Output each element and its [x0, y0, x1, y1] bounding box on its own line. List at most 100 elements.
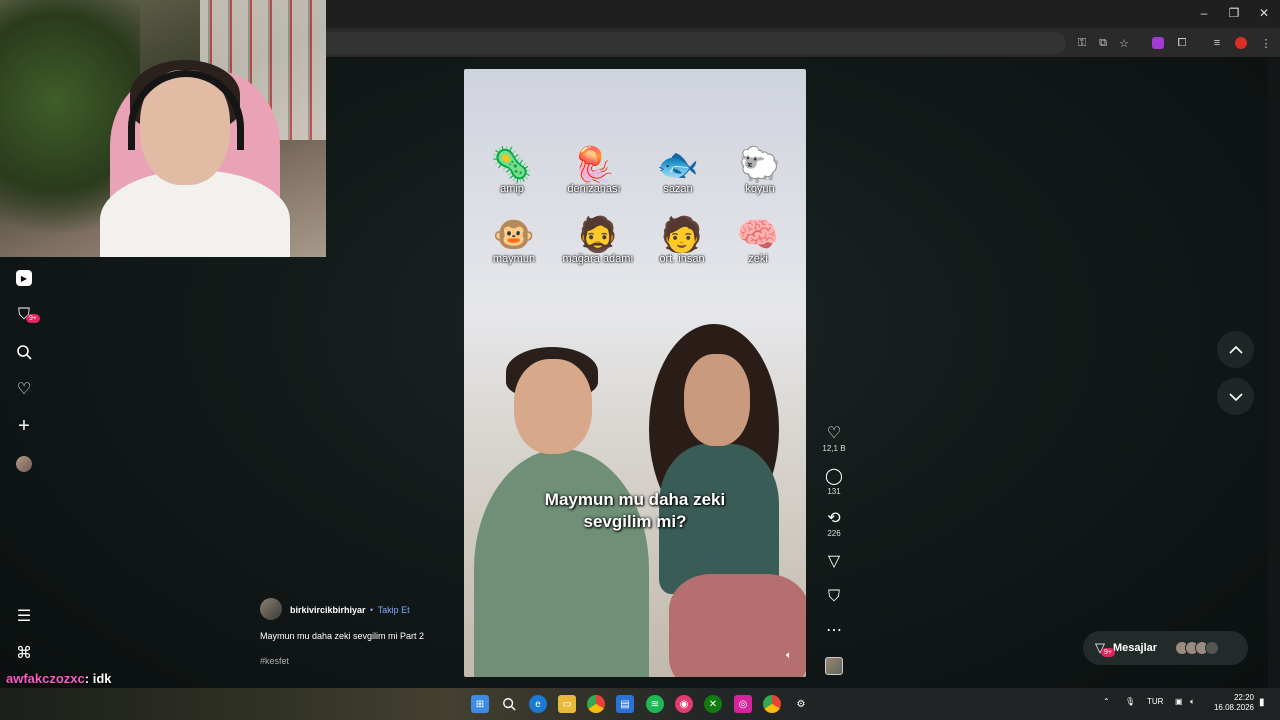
video-player[interactable]: 🦠 amip 🪼 denizanası 🐟 sazan 🐑 koyun 🐵 maymun 🧔 mağa…	[464, 69, 806, 677]
menu-hamburger-icon[interactable]: ☰	[14, 606, 34, 626]
media-control-icon[interactable]: ≡	[1209, 35, 1225, 51]
notification-center-icon[interactable]: ▮	[1259, 697, 1265, 708]
clock-date: 16.08.2026	[1213, 703, 1254, 712]
comment-button[interactable]: ◯ 131	[820, 468, 848, 496]
taskbar	[0, 688, 1280, 720]
minimize-icon[interactable]: –	[1196, 6, 1212, 20]
author-row: birkivircikbirhiyar • Takip Et	[260, 598, 460, 620]
address-field[interactable]	[326, 32, 1066, 54]
password-key-icon[interactable]: ⚿	[1074, 35, 1090, 51]
more-dots-icon: ⋯	[826, 622, 842, 639]
network-icon[interactable]: ▣	[1175, 697, 1183, 706]
separator-dot: •	[370, 605, 374, 615]
clock[interactable]: 22:20 16.08.2026	[1208, 693, 1254, 713]
emoji-label: zeki	[748, 253, 768, 265]
more-options-button[interactable]: ⋯	[820, 622, 848, 640]
start-button-icon[interactable]: ⊞	[471, 695, 489, 713]
emoji-label: maymun	[492, 253, 536, 265]
file-explorer-icon[interactable]: ▭	[558, 695, 576, 713]
previous-video-button[interactable]	[1217, 331, 1254, 368]
search-icon[interactable]	[14, 342, 34, 362]
bookmark-star-icon[interactable]: ☆	[1116, 35, 1132, 51]
messages-badge: 9+	[1101, 648, 1115, 657]
chat-username: awfakczozxc	[6, 671, 85, 686]
monkey-icon: 🐵	[492, 216, 536, 254]
emoji-label: amip	[500, 183, 524, 195]
scrollbar[interactable]	[1268, 58, 1280, 688]
calculator-icon[interactable]: ▤	[616, 695, 634, 713]
browser-menu-icon[interactable]: ⋮	[1258, 35, 1274, 51]
repost-icon: ⟲	[827, 510, 841, 527]
install-app-icon[interactable]: ⧉	[1095, 35, 1111, 51]
emoji-item: 🪼 denizanası	[554, 145, 634, 195]
comment-count: 131	[827, 487, 841, 496]
webcam-overlay	[0, 0, 326, 257]
chevron-up-icon	[1228, 345, 1243, 354]
emoji-item: 🧔 mağara adamı	[558, 215, 638, 265]
repost-button[interactable]: ⟲ 226	[820, 510, 848, 538]
fish-icon: 🐟	[656, 146, 700, 184]
post-hashtag[interactable]: #kesfet	[260, 656, 460, 666]
caveman-icon: 🧔	[576, 216, 620, 254]
create-plus-icon[interactable]: +	[14, 415, 34, 437]
caption-line-2: sevgilim mi?	[583, 512, 687, 531]
video-caption: Maymun mu daha zeki sevgilim mi?	[464, 489, 806, 533]
spotify-icon[interactable]: ≋	[646, 695, 664, 713]
extension-purple-icon[interactable]	[1150, 35, 1166, 51]
volume-icon[interactable]: 🔈︎	[786, 650, 792, 661]
heart-icon[interactable]: ♡	[14, 379, 34, 399]
chevron-down-icon	[1228, 392, 1243, 401]
message-avatars	[1175, 641, 1220, 655]
search-icon[interactable]	[500, 695, 518, 713]
xbox-icon[interactable]: ✕	[704, 695, 722, 713]
home-play-icon[interactable]: ▶	[14, 268, 34, 288]
bookmark-icon: ⛉	[827, 588, 840, 605]
follow-link[interactable]: Takip Et	[378, 605, 410, 615]
emoji-item: 🦠 amip	[472, 145, 552, 195]
restore-icon[interactable]: ❐	[1226, 6, 1242, 20]
author-name[interactable]: birkivircikbirhiyar	[290, 605, 366, 615]
chrome-icon[interactable]	[587, 695, 605, 713]
messages-label: Mesajlar	[1113, 642, 1158, 654]
caption-line-1: Maymun mu daha zeki	[544, 490, 726, 509]
emoji-label: mağara adamı	[562, 253, 634, 265]
emoji-item: 🐵 maymun	[474, 215, 554, 265]
instagram-icon[interactable]: ◎	[734, 695, 752, 713]
amoeba-icon: 🦠	[490, 146, 534, 184]
notifications-badge: 9+	[26, 314, 40, 323]
apps-icon[interactable]: ⌘	[14, 643, 34, 663]
like-count: 12,1 B	[822, 444, 846, 453]
post-description: Maymun mu daha zeki sevgilim mi Part 2	[260, 631, 425, 641]
edge-browser-icon[interactable]: e	[529, 695, 547, 713]
extensions-puzzle-icon[interactable]: ⧠	[1174, 35, 1190, 51]
profile-avatar-icon[interactable]	[1233, 35, 1249, 51]
settings-gear-icon[interactable]: ⚙	[792, 695, 810, 713]
save-button[interactable]: ⛉	[820, 588, 848, 606]
audio-thumbnail[interactable]	[825, 657, 843, 675]
tray-overflow-icon[interactable]: ⌃	[1103, 697, 1110, 706]
post-info: birkivircikbirhiyar • Takip Et Maymun mu…	[260, 598, 460, 666]
chat-message: awfakczozxc: idk	[6, 671, 112, 686]
clock-time: 22:20	[1233, 693, 1254, 702]
volume-icon[interactable]: 🔈︎	[1190, 697, 1195, 707]
emoji-label: sazan	[663, 183, 693, 195]
music-app-icon[interactable]: ◉	[675, 695, 693, 713]
share-button[interactable]: ▽	[820, 553, 848, 571]
microphone-icon[interactable]: 🎙︎	[1125, 697, 1135, 706]
sheep-icon: 🐑	[738, 146, 782, 184]
send-icon: ▽	[827, 553, 841, 570]
next-video-button[interactable]	[1217, 378, 1254, 415]
author-avatar[interactable]	[260, 598, 282, 620]
jellyfish-icon: 🪼	[572, 146, 616, 184]
language-indicator[interactable]: TUR	[1147, 697, 1163, 706]
close-icon[interactable]: ✕	[1256, 6, 1272, 20]
emoji-label: denizanası	[567, 183, 621, 195]
comment-bubble-icon: ◯	[825, 468, 843, 485]
profile-avatar-rail[interactable]	[14, 454, 34, 474]
browser-title-bar	[326, 0, 1280, 28]
chrome-active-icon[interactable]	[763, 695, 781, 713]
emoji-item: 🧠 zeki	[718, 215, 798, 265]
brain-icon: 🧠	[736, 216, 780, 254]
emoji-label: koyun	[745, 183, 775, 195]
like-button[interactable]: ♡ 12,1 B	[820, 425, 848, 453]
